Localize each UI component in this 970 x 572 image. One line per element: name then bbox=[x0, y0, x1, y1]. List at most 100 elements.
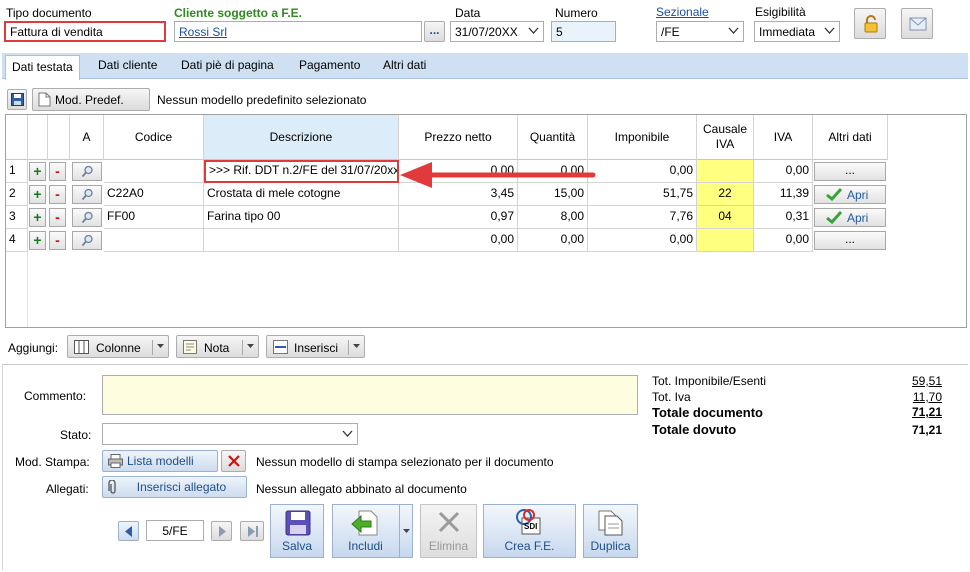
chevron-down-icon[interactable] bbox=[152, 340, 165, 355]
add-row-button[interactable]: + bbox=[29, 231, 46, 250]
altri-dati-button[interactable]: ... bbox=[814, 231, 886, 250]
grid-header-altri[interactable]: Altri dati bbox=[813, 115, 888, 160]
esigibilita-select[interactable]: Immediata bbox=[754, 21, 840, 42]
cliente-field[interactable]: Rossi Srl bbox=[174, 21, 422, 42]
apri-button[interactable]: Apri bbox=[814, 185, 886, 204]
cell-codice[interactable]: C22A0 bbox=[104, 183, 204, 206]
grid-header-rownum bbox=[6, 115, 28, 160]
cell-prezzo[interactable]: 0,00 bbox=[399, 229, 518, 252]
chevron-down-icon[interactable] bbox=[348, 340, 361, 355]
cell-codice[interactable] bbox=[104, 160, 204, 183]
add-row-button[interactable]: + bbox=[29, 208, 46, 227]
sdi-icon: SDI bbox=[514, 508, 544, 536]
tot-iva-value[interactable]: 11,70 bbox=[913, 390, 942, 404]
colonne-button[interactable]: Colonne bbox=[67, 335, 169, 358]
commento-textarea[interactable] bbox=[102, 375, 638, 415]
cell-descrizione[interactable]: Farina tipo 00 bbox=[204, 206, 399, 229]
duplica-label: Duplica bbox=[590, 539, 631, 553]
tipo-documento-field[interactable]: Fattura di vendita bbox=[4, 21, 166, 42]
crea-fe-button[interactable]: SDI Crea F.E. bbox=[483, 504, 576, 558]
totale-documento-value[interactable]: 71,21 bbox=[912, 405, 942, 419]
grid-filler bbox=[27, 252, 28, 327]
stato-select[interactable] bbox=[102, 423, 358, 445]
chevron-down-icon[interactable] bbox=[399, 505, 412, 557]
grid-header-prezzo[interactable]: Prezzo netto bbox=[399, 115, 518, 160]
article-search-button[interactable] bbox=[72, 231, 102, 250]
remove-row-button[interactable]: - bbox=[49, 208, 66, 227]
grid-header-codice[interactable]: Codice bbox=[104, 115, 204, 160]
grid-header-imponibile[interactable]: Imponibile bbox=[588, 115, 697, 160]
cell-causale-iva[interactable]: 22 bbox=[697, 183, 754, 206]
cell-iva[interactable]: 0,00 bbox=[754, 160, 813, 183]
article-search-button[interactable] bbox=[72, 162, 102, 181]
tab-pagamento[interactable]: Pagamento bbox=[299, 58, 360, 72]
grid-header-causale[interactable]: Causale IVA bbox=[697, 115, 754, 160]
cell-quantita[interactable]: 0,00 bbox=[518, 229, 588, 252]
tab-altri-dati[interactable]: Altri dati bbox=[383, 58, 426, 72]
grid-header-descrizione[interactable]: Descrizione bbox=[204, 115, 399, 160]
last-document-button[interactable] bbox=[240, 521, 264, 541]
tab-dati-testata[interactable]: Dati testata bbox=[5, 55, 80, 80]
grid-header-quantita[interactable]: Quantità bbox=[518, 115, 588, 160]
data-field[interactable]: 31/07/20XX bbox=[450, 21, 544, 42]
cell-causale-iva[interactable]: 04 bbox=[697, 206, 754, 229]
next-document-button[interactable] bbox=[211, 521, 232, 541]
mod-predef-button[interactable]: Mod. Predef. bbox=[32, 88, 150, 111]
cell-descrizione[interactable]: Crostata di mele cotogne bbox=[204, 183, 399, 206]
chevron-down-icon[interactable] bbox=[342, 428, 353, 442]
cell-iva[interactable]: 0,00 bbox=[754, 229, 813, 252]
mail-button[interactable] bbox=[901, 8, 933, 39]
chevron-down-icon[interactable] bbox=[528, 25, 539, 39]
cell-codice[interactable] bbox=[104, 229, 204, 252]
add-row-button[interactable]: + bbox=[29, 185, 46, 204]
numero-field[interactable]: 5 bbox=[551, 21, 616, 42]
save-model-button[interactable] bbox=[7, 89, 27, 110]
grid-header-a[interactable]: A bbox=[70, 115, 104, 160]
cell-prezzo[interactable]: 0,97 bbox=[399, 206, 518, 229]
sezionale-select[interactable]: /FE bbox=[656, 21, 744, 42]
prev-document-button[interactable] bbox=[118, 521, 139, 541]
chevron-down-icon[interactable] bbox=[242, 340, 255, 355]
grid-header-iva[interactable]: IVA bbox=[754, 115, 813, 160]
salva-button[interactable]: Salva bbox=[270, 504, 324, 558]
add-row-button[interactable]: + bbox=[29, 162, 46, 181]
article-search-button[interactable] bbox=[72, 185, 102, 204]
apri-button[interactable]: Apri bbox=[814, 208, 886, 227]
duplica-button[interactable]: Duplica bbox=[583, 504, 638, 558]
lock-button[interactable] bbox=[854, 8, 886, 39]
cell-imponibile[interactable]: 0,00 bbox=[588, 229, 697, 252]
inserisci-allegato-button[interactable]: Inserisci allegato bbox=[102, 476, 247, 498]
document-number-field[interactable]: 5/FE bbox=[146, 520, 204, 541]
cell-iva[interactable]: 11,39 bbox=[754, 183, 813, 206]
tab-dati-pie-di-pagina[interactable]: Dati piè di pagina bbox=[181, 58, 274, 72]
cell-causale-iva[interactable] bbox=[697, 160, 754, 183]
tab-dati-cliente[interactable]: Dati cliente bbox=[98, 58, 157, 72]
altri-dati-button[interactable]: ... bbox=[814, 162, 886, 181]
includi-button[interactable]: Includi bbox=[332, 504, 413, 558]
cell-causale-iva[interactable] bbox=[697, 229, 754, 252]
remove-row-button[interactable]: - bbox=[49, 231, 66, 250]
cell-descrizione[interactable] bbox=[204, 229, 399, 252]
chevron-down-icon[interactable] bbox=[824, 25, 835, 39]
cliente-lookup-button[interactable]: ... bbox=[424, 21, 445, 42]
article-search-button[interactable] bbox=[72, 208, 102, 227]
elimina-button[interactable]: Elimina bbox=[420, 504, 477, 558]
inserisci-button[interactable]: Inserisci bbox=[266, 335, 365, 358]
sezionale-link[interactable]: Sezionale bbox=[656, 5, 709, 19]
cell-imponibile[interactable]: 7,76 bbox=[588, 206, 697, 229]
cell-iva[interactable]: 0,31 bbox=[754, 206, 813, 229]
lista-modelli-button[interactable]: Lista modelli bbox=[102, 450, 218, 472]
allegati-label: Allegati: bbox=[46, 482, 89, 496]
tot-imponibile-value[interactable]: 59,51 bbox=[912, 374, 942, 388]
cell-imponibile[interactable]: 51,75 bbox=[588, 183, 697, 206]
nota-button[interactable]: Nota bbox=[176, 335, 259, 358]
chevron-down-icon[interactable] bbox=[728, 25, 739, 39]
cell-codice[interactable]: FF00 bbox=[104, 206, 204, 229]
includi-label: Includi bbox=[348, 539, 383, 553]
cell-quantita[interactable]: 8,00 bbox=[518, 206, 588, 229]
cell-imponibile[interactable]: 0,00 bbox=[588, 160, 697, 183]
cell-descrizione[interactable]: >>> Rif. DDT n.2/FE del 31/07/20xx bbox=[204, 160, 399, 183]
clear-mod-stampa-button[interactable] bbox=[221, 450, 246, 472]
remove-row-button[interactable]: - bbox=[49, 185, 66, 204]
remove-row-button[interactable]: - bbox=[49, 162, 66, 181]
